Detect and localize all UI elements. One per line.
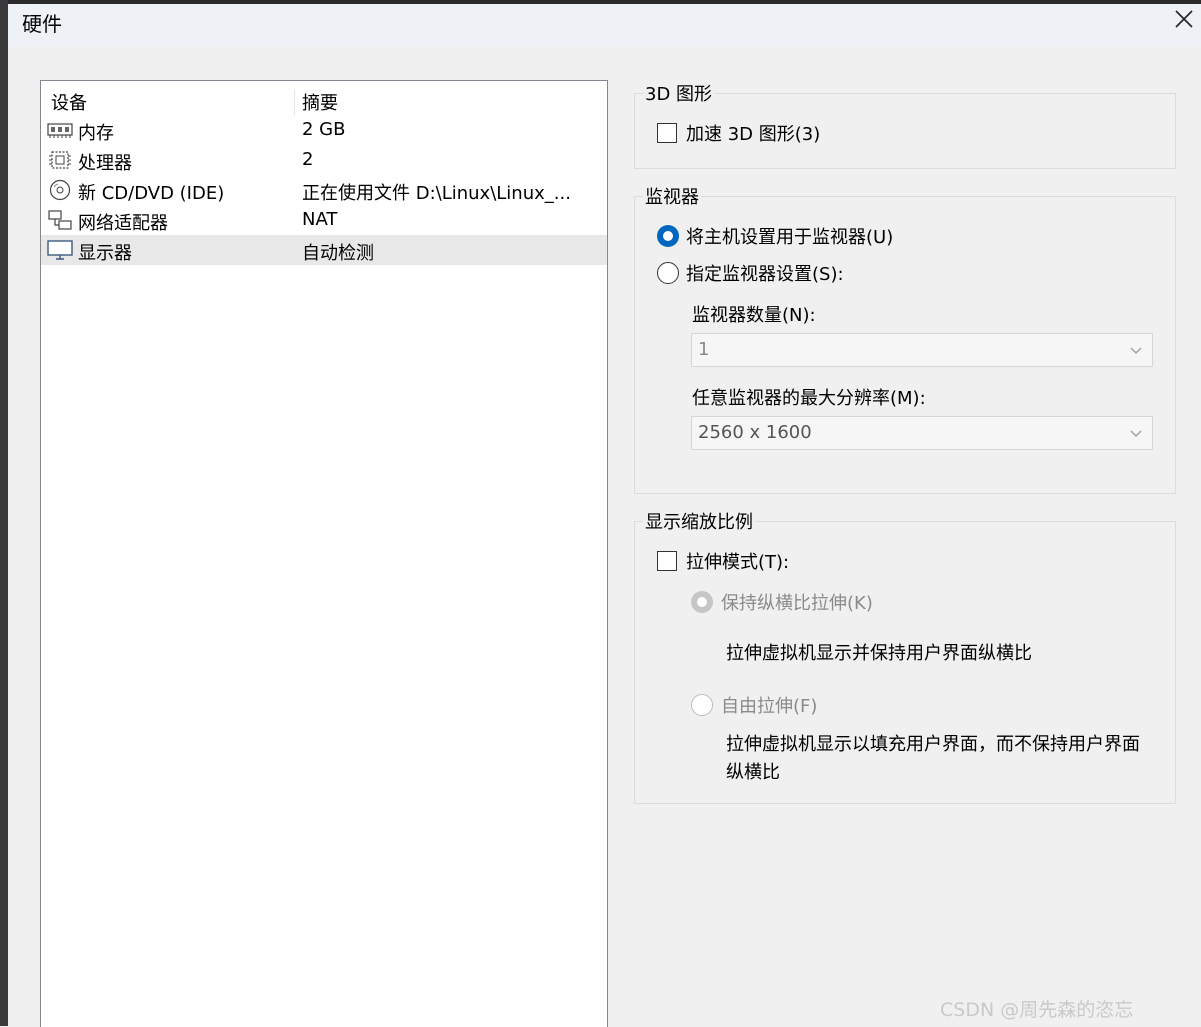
use-host-monitor-radio[interactable] (657, 225, 679, 247)
keep-aspect-radio[interactable] (691, 591, 713, 613)
keep-aspect-description: 拉伸虚拟机显示并保持用户界面纵横比 (726, 643, 1032, 664)
device-name: 处理器 (78, 153, 132, 174)
watermark: CSDN @周先森的恣忘 (940, 999, 1134, 1021)
group-monitors: 监视器 将主机设置用于监视器(U) 指定监视器设置(S): 监视器数量(N): … (634, 183, 1176, 494)
max-resolution-value: 2560 x 1600 (698, 422, 812, 443)
device-list[interactable]: 设备 摘要 内存 2 GB 处理器 2 新 CD/DVD (IDE) 正在使用文… (40, 80, 608, 1027)
processor-icon (49, 151, 71, 169)
cd-dvd-icon (49, 179, 71, 201)
device-summary: 2 (302, 149, 314, 170)
specify-monitor-radio[interactable] (657, 262, 679, 284)
use-host-monitor-label[interactable]: 将主机设置用于监视器(U) (686, 223, 893, 249)
memory-icon (47, 123, 73, 138)
display-icon (47, 240, 73, 260)
device-list-header: 设备 摘要 (41, 85, 607, 115)
group-legend-3d-graphics: 3D 图形 (643, 80, 715, 106)
stretch-mode-label[interactable]: 拉伸模式(T): (686, 548, 789, 574)
column-header-summary[interactable]: 摘要 (302, 89, 338, 115)
column-separator[interactable] (294, 89, 295, 115)
device-summary: 正在使用文件 D:\Linux\Linux_... (302, 183, 571, 204)
chevron-down-icon (1130, 430, 1142, 437)
device-row-processor[interactable]: 处理器 2 (41, 145, 607, 175)
device-name: 网络适配器 (78, 213, 168, 234)
device-row-cd-dvd[interactable]: 新 CD/DVD (IDE) 正在使用文件 D:\Linux\Linux_... (41, 175, 607, 205)
device-name: 显示器 (78, 243, 132, 264)
device-summary: 2 GB (302, 119, 346, 140)
accelerate-3d-checkbox[interactable] (657, 123, 677, 143)
device-name: 新 CD/DVD (IDE) (78, 183, 225, 204)
group-legend-monitors: 监视器 (643, 183, 701, 209)
title-bar: 硬件 (8, 4, 1201, 46)
close-icon (1175, 10, 1193, 28)
background-window-edge (0, 0, 8, 1026)
device-row-network-adapter[interactable]: 网络适配器 NAT (41, 205, 607, 235)
network-adapter-icon (48, 210, 72, 230)
free-stretch-label[interactable]: 自由拉伸(F) (721, 692, 817, 718)
monitor-count-select[interactable]: 1 (691, 333, 1153, 367)
stretch-mode-checkbox[interactable] (657, 551, 677, 571)
group-display-scaling: 显示缩放比例 拉伸模式(T): 保持纵横比拉伸(K) 拉伸虚拟机显示并保持用户界… (634, 508, 1176, 804)
free-stretch-radio[interactable] (691, 694, 713, 716)
group-legend-display-scaling: 显示缩放比例 (643, 508, 755, 534)
monitor-count-label: 监视器数量(N): (692, 305, 816, 326)
device-summary: 自动检测 (302, 243, 374, 264)
window-title: 硬件 (22, 12, 62, 36)
device-row-display[interactable]: 显示器 自动检测 (41, 235, 607, 265)
device-name: 内存 (78, 123, 114, 144)
device-row-memory[interactable]: 内存 2 GB (41, 115, 607, 145)
accelerate-3d-label[interactable]: 加速 3D 图形(3) (686, 120, 820, 146)
device-summary: NAT (302, 209, 338, 230)
specify-monitor-label[interactable]: 指定监视器设置(S): (686, 260, 844, 286)
free-stretch-description: 拉伸虚拟机显示以填充用户界面，而不保持用户界面纵横比 (726, 734, 1140, 783)
group-3d-graphics: 3D 图形 加速 3D 图形(3) (634, 80, 1176, 169)
column-header-device[interactable]: 设备 (51, 89, 87, 115)
keep-aspect-label[interactable]: 保持纵横比拉伸(K) (721, 589, 873, 615)
max-resolution-label: 任意监视器的最大分辨率(M): (692, 388, 926, 409)
max-resolution-select[interactable]: 2560 x 1600 (691, 416, 1153, 450)
chevron-down-icon (1130, 347, 1142, 354)
close-button[interactable] (1169, 4, 1199, 34)
monitor-count-value: 1 (698, 339, 710, 360)
